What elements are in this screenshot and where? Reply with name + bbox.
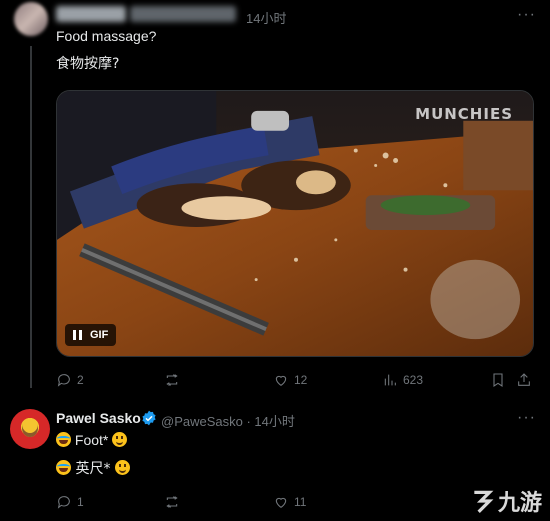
tweet-action-bar: 2 12 623 <box>56 372 534 392</box>
verified-icon <box>142 410 156 426</box>
share-icon <box>518 373 530 386</box>
reply-icon <box>57 496 70 509</box>
avatar[interactable] <box>14 2 48 36</box>
like-button[interactable]: 11 <box>273 494 306 510</box>
retweet-button[interactable] <box>164 372 185 388</box>
bookmark-icon <box>493 373 503 387</box>
gif-play-toggle[interactable]: GIF <box>65 324 117 346</box>
views-icon <box>384 374 396 386</box>
reply-author-name[interactable]: Pawel Sasko <box>56 410 141 426</box>
reply-action-bar: 1 11 <box>56 494 534 514</box>
gif-media[interactable]: MUNCHIES GIF <box>56 90 534 357</box>
gif-badge-label: GIF <box>90 329 109 341</box>
reply-text-line: 英尺* <box>56 458 130 478</box>
reply-button[interactable]: 1 <box>56 494 84 510</box>
retweet-button[interactable] <box>164 494 185 510</box>
more-options-icon[interactable]: ··· <box>517 409 536 427</box>
retweet-icon <box>166 374 178 386</box>
site-logo-icon <box>474 490 494 513</box>
thread-connector-line <box>30 46 32 388</box>
media-watermark: MUNCHIES <box>415 105 513 123</box>
retweet-icon <box>166 496 178 508</box>
slightly-smiling-face-icon <box>114 460 130 475</box>
slightly-smiling-face-icon <box>112 432 128 447</box>
redacted-display-name <box>56 6 126 22</box>
tweet-timestamp[interactable]: 14小时 <box>246 8 286 27</box>
tweet-text-line: Food massage? <box>56 28 157 44</box>
tweet-text-line: 食物按摩? <box>56 56 120 72</box>
reply-text-content: Foot* <box>74 432 113 448</box>
redacted-handle <box>130 6 236 22</box>
bookmark-button[interactable] <box>490 372 506 388</box>
more-options-icon[interactable]: ··· <box>517 6 536 24</box>
site-watermark: 九游 <box>470 485 542 517</box>
like-count: 11 <box>294 495 307 509</box>
face-with-tears-of-joy-icon <box>56 460 71 475</box>
reply-count: 2 <box>77 373 84 387</box>
views-button[interactable]: 623 <box>382 372 423 388</box>
reply-button[interactable]: 2 <box>56 372 84 388</box>
like-icon <box>275 375 287 386</box>
avatar[interactable] <box>10 409 50 449</box>
views-count: 623 <box>403 373 424 387</box>
like-button[interactable]: 12 <box>273 372 307 388</box>
share-button[interactable] <box>516 372 532 388</box>
reply-text-content: 英尺* <box>75 461 115 477</box>
reply-handle-and-time[interactable]: @PaweSasko · 14小时 <box>161 411 295 430</box>
reply-text-line: Foot* <box>56 432 128 448</box>
like-count: 12 <box>294 373 308 387</box>
reply-count: 1 <box>77 495 84 509</box>
reply-icon <box>57 374 70 387</box>
gif-frame-image <box>57 91 533 356</box>
face-with-tears-of-joy-icon <box>56 432 71 447</box>
pause-icon <box>73 330 82 340</box>
site-watermark-text: 九游 <box>497 491 542 516</box>
like-icon <box>275 497 287 508</box>
